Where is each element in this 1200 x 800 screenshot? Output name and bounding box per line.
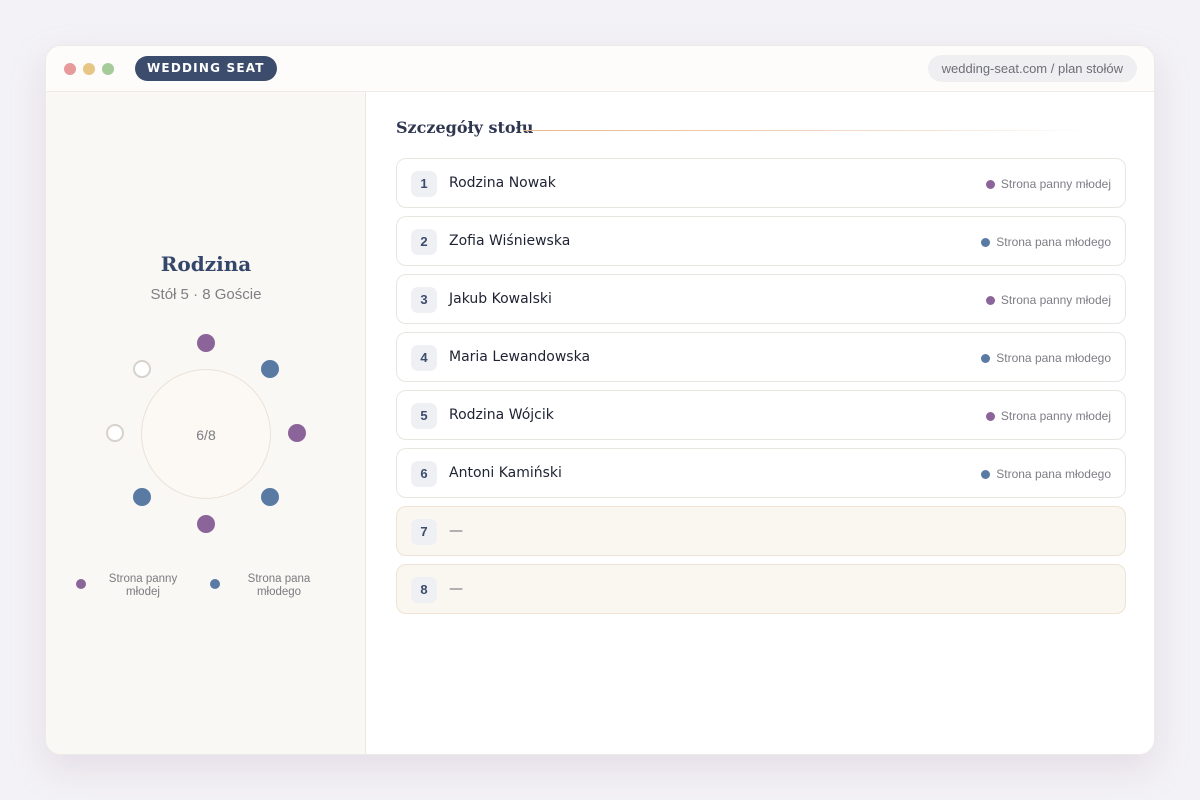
address-bar[interactable]: wedding-seat.com / plan stołów <box>927 55 1137 82</box>
seat-6[interactable] <box>133 488 151 506</box>
side-text: Strona panny młodej <box>1000 409 1111 423</box>
seat-number: 7 <box>411 519 437 545</box>
side-label: Strona pana młodego <box>981 235 1111 249</box>
seat-number: 3 <box>411 287 437 313</box>
brand-logo: WEDDING SEAT <box>135 56 277 81</box>
occupancy-count: 6/8 <box>196 427 216 443</box>
table-sidebar: Rodzina Stół 5 · 8 Goście 6/8 Strona pan… <box>46 92 366 754</box>
side-label: Strona pana młodego <box>981 351 1111 365</box>
seat-number: 5 <box>411 403 437 429</box>
groom-legend-dot <box>210 579 220 589</box>
guest-row-5[interactable]: 5 Rodzina Wójcik Strona panny młodej <box>396 390 1126 440</box>
side-dot <box>985 412 995 421</box>
seat-5[interactable] <box>197 515 215 533</box>
table-subtitle: Stół 5 · 8 Goście <box>150 286 262 303</box>
details-title: Szczegóły stołu <box>396 118 534 137</box>
bride-legend-dot <box>76 579 86 589</box>
seat-1[interactable] <box>197 334 215 352</box>
guest-name: Antoni Kamiński <box>449 465 562 481</box>
guest-name: Rodzina Wójcik <box>449 407 554 423</box>
empty-seat-placeholder: — <box>449 523 463 539</box>
guest-row-2[interactable]: 2 Zofia Wiśniewska Strona pana młodego <box>396 216 1126 266</box>
guest-row-6[interactable]: 6 Antoni Kamiński Strona pana młodego <box>396 448 1126 498</box>
seat-number: 4 <box>411 345 437 371</box>
side-text: Strona pana młodego <box>996 467 1111 481</box>
guest-row-1[interactable]: 1 Rodzina Nowak Strona panny młodej <box>396 158 1126 208</box>
table-name: Rodzina <box>160 252 252 276</box>
guest-name: Jakub Kowalski <box>449 291 552 307</box>
minimize-window-button[interactable] <box>83 63 95 75</box>
side-text: Strona panny młodej <box>1000 177 1111 191</box>
seat-7[interactable] <box>106 424 124 442</box>
seat-number: 8 <box>411 577 437 603</box>
groom-legend-label: Strona pana młodego <box>247 573 311 598</box>
side-dot <box>981 470 991 479</box>
seat-3[interactable] <box>288 424 306 442</box>
side-dot <box>985 296 995 305</box>
bride-legend-label: Strona panny młodej <box>108 573 178 598</box>
side-label: Strona panny młodej <box>985 293 1111 307</box>
side-dot <box>981 354 991 363</box>
side-label: Strona pana młodego <box>981 467 1111 481</box>
seat-4[interactable] <box>261 488 279 506</box>
title-divider <box>523 130 1091 131</box>
guest-row-8[interactable]: 8 — <box>396 564 1126 614</box>
guest-name: Rodzina Nowak <box>449 175 556 191</box>
close-window-button[interactable] <box>64 63 76 75</box>
app-window: WEDDING SEAT wedding-seat.com / plan sto… <box>45 45 1155 755</box>
seat-number: 2 <box>411 229 437 255</box>
guest-name: Zofia Wiśniewska <box>449 233 571 249</box>
side-label: Strona panny młodej <box>985 409 1111 423</box>
maximize-window-button[interactable] <box>102 63 114 75</box>
side-text: Strona pana młodego <box>996 235 1111 249</box>
seat-number: 6 <box>411 461 437 487</box>
side-dot <box>985 180 995 189</box>
guest-row-7[interactable]: 7 — <box>396 506 1126 556</box>
guest-row-3[interactable]: 3 Jakub Kowalski Strona panny młodej <box>396 274 1126 324</box>
title-bar: WEDDING SEAT wedding-seat.com / plan sto… <box>46 46 1154 92</box>
guest-row-4[interactable]: 4 Maria Lewandowska Strona pana młodego <box>396 332 1126 382</box>
side-dot <box>981 238 991 247</box>
seat-number: 1 <box>411 171 437 197</box>
table-details: Szczegóły stołu 1 Rodzina Nowak Strona p… <box>366 92 1154 754</box>
seat-2[interactable] <box>261 360 279 378</box>
side-text: Strona panny młodej <box>1000 293 1111 307</box>
guest-name: Maria Lewandowska <box>449 349 591 365</box>
side-text: Strona pana młodego <box>996 351 1111 365</box>
seat-8[interactable] <box>133 360 151 378</box>
empty-seat-placeholder: — <box>449 581 463 597</box>
side-label: Strona panny młodej <box>985 177 1111 191</box>
